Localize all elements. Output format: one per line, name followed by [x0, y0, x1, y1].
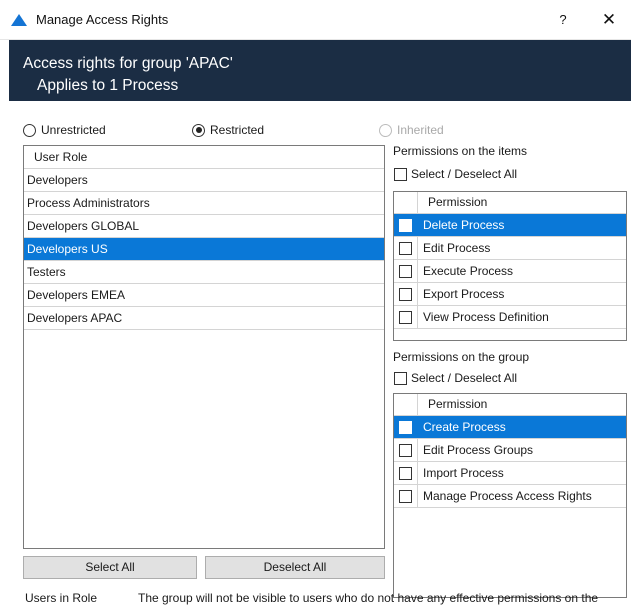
radio-label: Unrestricted [41, 123, 106, 137]
permission-checkbox[interactable] [399, 264, 412, 278]
select-all-button[interactable]: Select All [23, 556, 197, 579]
radio-button-icon [192, 123, 205, 137]
item-permissions-table[interactable]: Permission Delete Process Edit Process E… [393, 191, 627, 341]
list-item[interactable]: Developers GLOBAL [24, 215, 384, 238]
radio-label: Restricted [210, 123, 265, 137]
radio-inherited[interactable]: Inherited [379, 122, 444, 138]
permission-checkbox[interactable] [399, 489, 412, 503]
table-row[interactable]: Create Process [394, 416, 626, 439]
permission-checkbox[interactable] [399, 443, 412, 457]
permission-checkbox[interactable] [399, 287, 412, 301]
permission-label: Execute Process [423, 264, 514, 278]
table-row[interactable]: Import Process [394, 462, 626, 485]
close-button[interactable]: ✕ [596, 7, 622, 33]
permission-checkbox[interactable] [399, 310, 412, 324]
window-title: Manage Access Rights [36, 12, 169, 27]
checkbox-label: Select / Deselect All [411, 371, 518, 385]
permission-checkbox[interactable] [399, 218, 412, 232]
title-bar: Manage Access Rights ? ✕ [0, 0, 631, 40]
help-button[interactable]: ? [552, 9, 574, 31]
permission-label: Import Process [423, 466, 504, 480]
table-row[interactable]: Delete Process [394, 214, 626, 237]
radio-button-icon [379, 123, 392, 137]
table-row[interactable]: Edit Process Groups [394, 439, 626, 462]
radio-button-icon [23, 123, 36, 137]
permission-label: View Process Definition [423, 310, 549, 324]
list-item[interactable]: Developers EMEA [24, 284, 384, 307]
users-in-role-label: Users in Role [25, 591, 98, 605]
list-item[interactable]: Developers US [24, 238, 384, 261]
list-item[interactable]: Developers [24, 169, 384, 192]
checkbox-icon [394, 167, 407, 181]
permission-label: Manage Process Access Rights [423, 489, 592, 503]
deselect-all-button[interactable]: Deselect All [205, 556, 385, 579]
checkbox-icon [394, 371, 407, 385]
header-banner: Access rights for group 'APAC' Applies t… [9, 40, 631, 101]
permission-checkbox[interactable] [399, 420, 412, 434]
permission-label: Edit Process [423, 241, 491, 255]
list-item[interactable]: Developers APAC [24, 307, 384, 330]
permission-label: Edit Process Groups [423, 443, 534, 457]
permission-checkbox[interactable] [399, 466, 412, 480]
permission-header-label: Permission [428, 195, 488, 209]
permission-checkbox[interactable] [399, 241, 412, 255]
radio-unrestricted[interactable]: Unrestricted [23, 122, 106, 138]
item-permissions-label: Permissions on the items [393, 144, 528, 158]
radio-restricted[interactable]: Restricted [192, 122, 264, 138]
user-role-list[interactable]: User Role Developers Process Administrat… [23, 145, 385, 549]
permission-column-header: Permission [394, 394, 626, 416]
permission-label: Create Process [423, 420, 506, 434]
radio-label: Inherited [397, 123, 444, 137]
app-logo-icon [10, 13, 28, 30]
list-item[interactable]: Process Administrators [24, 192, 384, 215]
table-row[interactable]: Export Process [394, 283, 626, 306]
permission-header-label: Permission [428, 397, 488, 411]
visibility-note: The group will not be visible to users w… [138, 591, 599, 609]
user-role-column-header[interactable]: User Role [24, 146, 384, 169]
group-permissions-table[interactable]: Permission Create Process Edit Process G… [393, 393, 627, 598]
permission-label: Delete Process [423, 218, 505, 232]
header-subtitle: Applies to 1 Process [37, 77, 179, 94]
checkbox-label: Select / Deselect All [411, 167, 518, 181]
header-title: Access rights for group 'APAC' [23, 55, 233, 72]
group-permissions-label: Permissions on the group [393, 350, 530, 364]
item-select-deselect-all[interactable]: Select / Deselect All [394, 167, 517, 181]
list-item[interactable]: Testers [24, 261, 384, 284]
table-row[interactable]: View Process Definition [394, 306, 626, 329]
table-row[interactable]: Manage Process Access Rights [394, 485, 626, 508]
table-row[interactable]: Edit Process [394, 237, 626, 260]
permission-column-header: Permission [394, 192, 626, 214]
group-select-deselect-all[interactable]: Select / Deselect All [394, 371, 517, 385]
table-row[interactable]: Execute Process [394, 260, 626, 283]
permission-label: Export Process [423, 287, 505, 301]
